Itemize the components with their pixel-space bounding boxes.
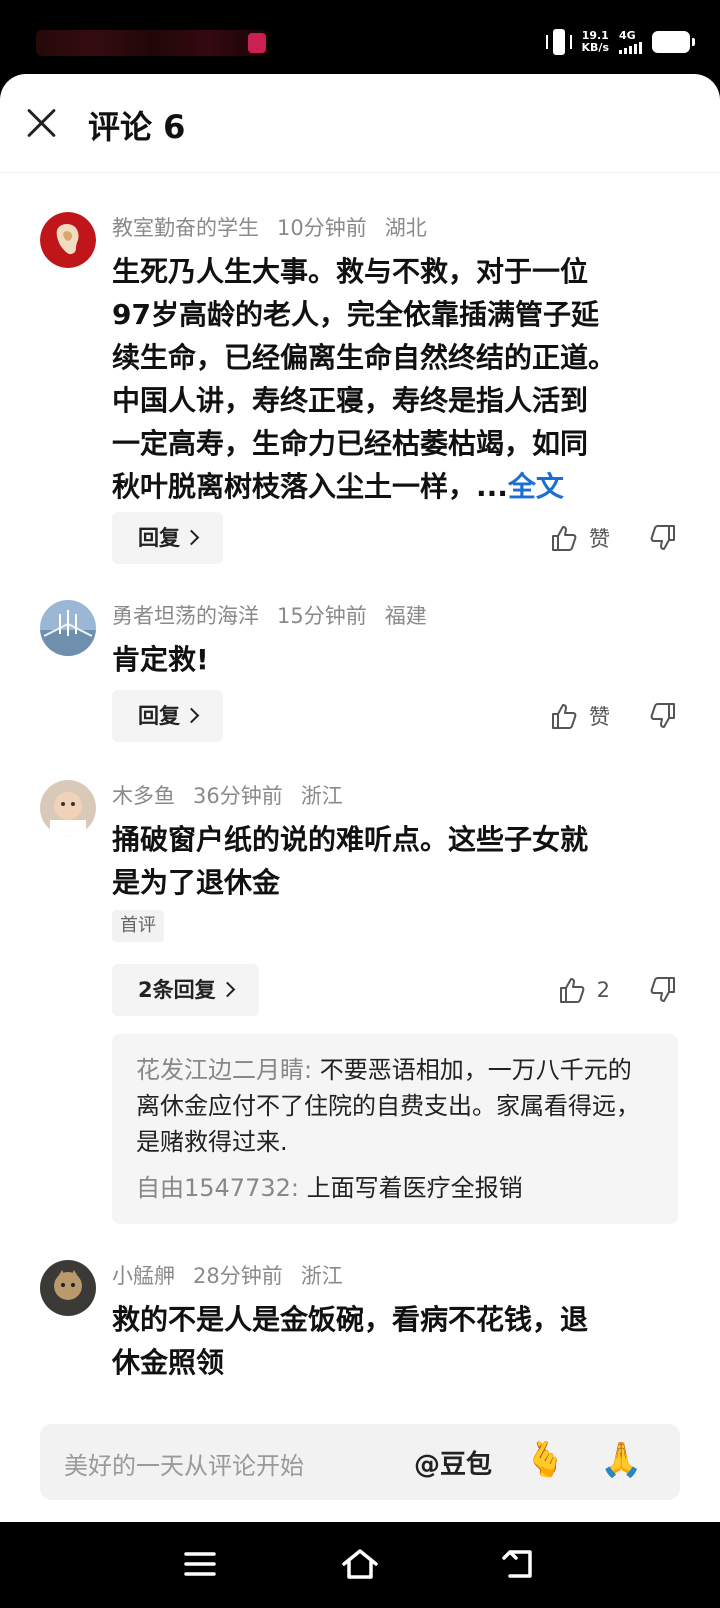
signal-indicator: 4G	[619, 30, 642, 54]
sub-reply-user[interactable]: 自由1547732	[136, 1174, 291, 1202]
reply-label: 回复	[138, 704, 180, 728]
dislike-button[interactable]	[648, 690, 678, 742]
dislike-button[interactable]	[648, 512, 678, 564]
comment-text: 捅破窗户纸的说的难听点。这些子女就 是为了退休金	[112, 818, 682, 904]
view-replies-button[interactable]: 2条回复	[112, 964, 259, 1016]
comment-meta: 勇者坦荡的海洋 15分钟前 福建	[112, 600, 445, 630]
comment-line: 是为了退休金	[112, 866, 281, 899]
like-button[interactable]: 赞	[549, 512, 610, 564]
comment-line: 休金照领	[112, 1346, 225, 1379]
comment-line: 生死乃人生大事。救与不救，对于一位	[112, 255, 589, 288]
thumbs-up-icon	[552, 704, 577, 729]
avatar[interactable]	[40, 600, 96, 656]
avatar[interactable]	[40, 212, 96, 268]
username[interactable]: 木多鱼	[112, 784, 175, 808]
reply-button[interactable]: 回复	[112, 512, 223, 564]
comment-text: 生死乃人生大事。救与不救，对于一位 97岁高龄的老人，完全依靠插满管子延 续生命…	[112, 250, 682, 508]
like-button[interactable]: 2	[557, 964, 610, 1016]
comment-meta: 小艋舺 28分钟前 浙江	[112, 1260, 361, 1290]
sub-replies-box[interactable]: 花发江边二月睛: 不要恶语相加，一万八千元的离休金应付不了住院的自费支出。家属看…	[112, 1034, 678, 1224]
thumbs-up-icon	[552, 526, 577, 551]
menu-icon[interactable]	[180, 1546, 220, 1582]
battery-icon	[652, 31, 695, 53]
like-label: 赞	[589, 705, 610, 729]
dislike-button[interactable]	[648, 964, 678, 1016]
comment-input[interactable]: 美好的一天从评论开始 @豆包 🫰 🙏	[40, 1424, 680, 1500]
sub-reply-user[interactable]: 花发江边二月睛	[136, 1056, 304, 1084]
sub-reply[interactable]: 自由1547732: 上面写着医疗全报销	[136, 1170, 654, 1206]
pray-emoji-button[interactable]: 🙏	[600, 1440, 642, 1480]
username[interactable]: 教室勤奋的学生	[112, 216, 259, 240]
comment-line: 秋叶脱离树枝落入尘土一样，...	[112, 470, 508, 503]
network-speed: 19.1 KB/s	[582, 30, 609, 54]
network-type: 4G	[619, 29, 636, 42]
username[interactable]: 小艋舺	[112, 1264, 175, 1288]
system-nav-bar	[0, 1522, 720, 1608]
first-comment-badge: 首评	[112, 910, 164, 942]
location: 湖北	[384, 216, 427, 240]
reply-label: 2条回复	[138, 978, 216, 1002]
chevron-right-icon	[183, 529, 200, 546]
thumbs-down-icon	[650, 703, 675, 728]
reply-button[interactable]: 回复	[112, 690, 223, 742]
timestamp: 28分钟前	[193, 1264, 283, 1288]
sub-reply[interactable]: 花发江边二月睛: 不要恶语相加，一万八千元的离休金应付不了住院的自费支出。家属看…	[136, 1052, 654, 1160]
comments-sheet: 评论 6 教室勤奋的学生 10分钟前 湖北 生死乃人生大事。救与不救，对于一位 97…	[0, 74, 720, 1522]
thumbs-down-icon	[650, 525, 675, 550]
status-icons: 19.1 KB/s 4G	[545, 24, 695, 60]
timestamp: 15分钟前	[277, 604, 367, 628]
back-icon[interactable]	[500, 1546, 540, 1582]
comment-line: 救的不是人是金饭碗，看病不花钱，退	[112, 1303, 589, 1336]
comment-line: 捅破窗户纸的说的难听点。这些子女就	[112, 823, 589, 856]
blurred-notification-area	[36, 30, 268, 56]
comment-meta: 木多鱼 36分钟前 浙江	[112, 780, 361, 810]
avatar[interactable]	[40, 1260, 96, 1316]
comment-line: 97岁高龄的老人，完全依靠插满管子延	[112, 298, 599, 331]
comment-line: 一定高寿，生命力已经枯萎枯竭，如同	[112, 427, 589, 460]
comment-line: 续生命，已经偏离生命自然终结的正道。	[112, 341, 617, 374]
like-count: 2	[596, 978, 610, 1002]
sub-reply-text: 上面写着医疗全报销	[306, 1174, 523, 1202]
reply-label: 回复	[138, 526, 180, 550]
chevron-right-icon	[219, 981, 235, 998]
timestamp: 10分钟前	[277, 216, 367, 240]
like-label: 赞	[589, 527, 610, 551]
mention-doubao-button[interactable]: @豆包	[414, 1444, 492, 1481]
home-icon[interactable]	[340, 1546, 380, 1582]
timestamp: 36分钟前	[193, 784, 283, 808]
comment-line: 中国人讲，寿终正寝，寿终是指人活到	[112, 384, 589, 417]
comment-text: 肯定救!	[112, 643, 209, 676]
comment-text: 救的不是人是金饭碗，看病不花钱，退 休金照领	[112, 1298, 682, 1384]
speed-unit: KB/s	[581, 41, 609, 54]
vibrate-icon	[545, 27, 572, 57]
status-bar: 19.1 KB/s 4G	[0, 0, 720, 78]
location: 福建	[384, 604, 427, 628]
finger-heart-emoji-button[interactable]: 🫰	[524, 1440, 566, 1480]
location: 浙江	[300, 1264, 343, 1288]
comment-meta: 教室勤奋的学生 10分钟前 湖北	[112, 212, 445, 242]
thumbs-up-icon	[559, 978, 585, 1003]
read-more-link[interactable]: 全文	[508, 470, 564, 503]
close-icon[interactable]	[24, 106, 58, 140]
like-button[interactable]: 赞	[549, 690, 610, 742]
thumbs-down-icon	[650, 977, 675, 1002]
chevron-right-icon	[183, 707, 200, 724]
location: 浙江	[300, 784, 343, 808]
page-title: 评论 6	[88, 108, 186, 146]
avatar[interactable]	[40, 780, 96, 836]
comment-input-placeholder[interactable]: 美好的一天从评论开始	[64, 1446, 304, 1481]
signal-bars-icon	[619, 42, 642, 54]
sheet-header: 评论 6	[0, 74, 720, 173]
username[interactable]: 勇者坦荡的海洋	[112, 604, 259, 628]
